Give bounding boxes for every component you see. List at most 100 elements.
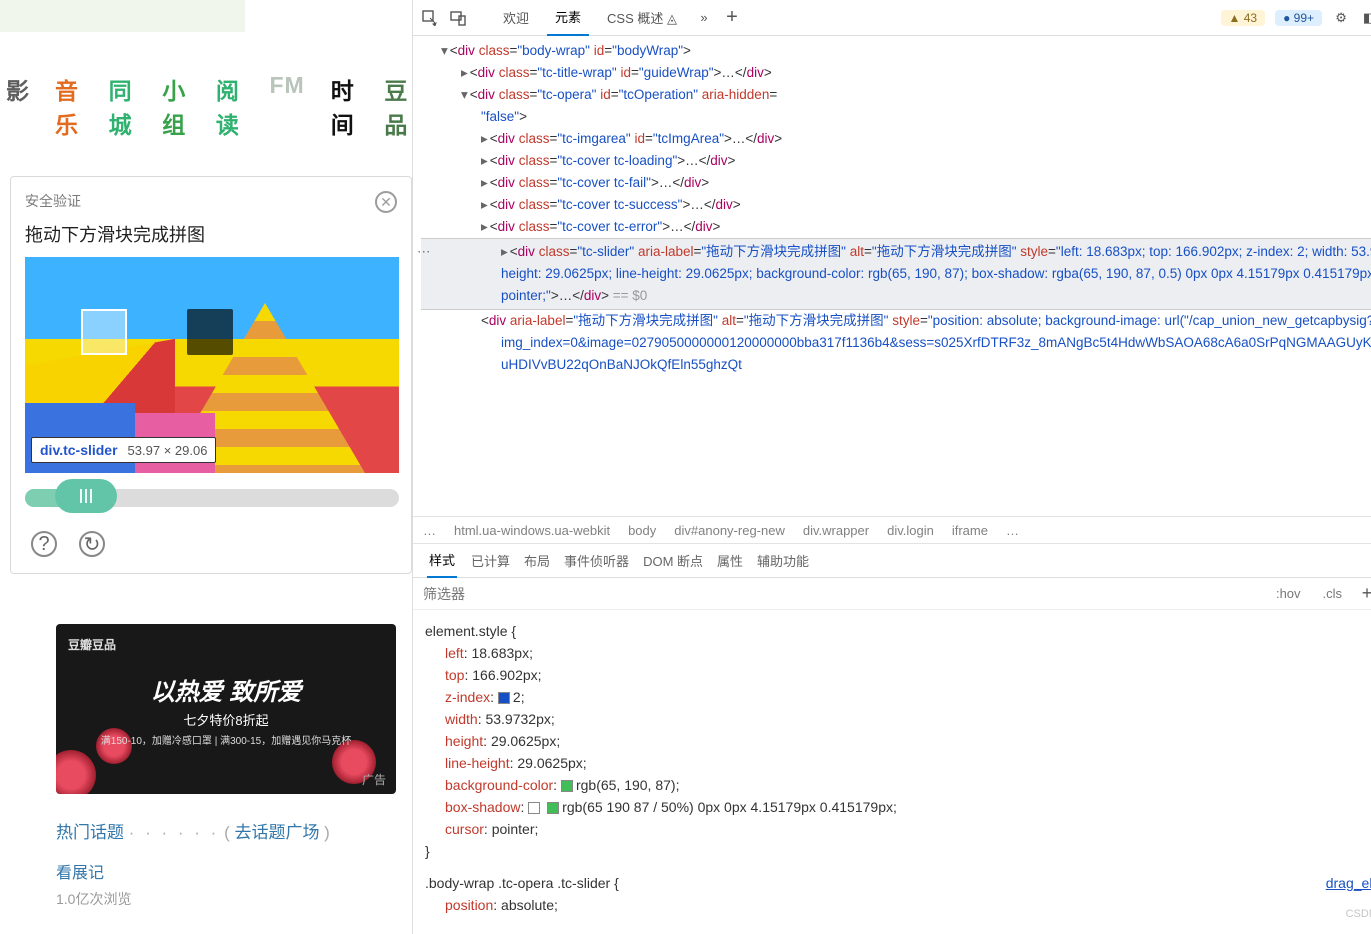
elements-tree[interactable]: ▾<div class="body-wrap" id="bodyWrap"> ▸… bbox=[413, 36, 1371, 516]
go-topic-square-link[interactable]: 去话题广场 bbox=[234, 823, 319, 842]
hot-topics-header: 热门话题 · · · · · · ( 去话题广场 ) bbox=[56, 818, 412, 843]
info-count-badge[interactable]: ● 99+ bbox=[1275, 10, 1322, 26]
dom-node[interactable]: ▸<div class="tc-imgarea" id="tcImgArea">… bbox=[421, 128, 1371, 150]
topic-link[interactable]: 看展记 bbox=[56, 859, 412, 883]
captcha-close-button[interactable]: ✕ bbox=[375, 191, 397, 213]
dom-node[interactable]: ▸<div class="tc-cover tc-error">…</div> bbox=[421, 216, 1371, 238]
crumb[interactable]: … bbox=[1006, 523, 1019, 538]
device-toggle-icon[interactable] bbox=[449, 9, 467, 27]
captcha-instruction: 拖动下方滑块完成拼图 bbox=[25, 221, 397, 247]
add-tab-icon[interactable]: + bbox=[723, 9, 741, 27]
styles-filter-input[interactable] bbox=[423, 586, 1260, 602]
tab-computed[interactable]: 已计算 bbox=[471, 551, 510, 570]
ad-title: 以热爱 致所爱 bbox=[56, 672, 396, 707]
tooltip-dimensions: 53.97 × 29.06 bbox=[128, 443, 208, 458]
dom-node[interactable]: ▾<div class="body-wrap" id="bodyWrap"> bbox=[421, 40, 1371, 62]
crumb[interactable]: div.login bbox=[887, 523, 934, 538]
paren: ) bbox=[319, 823, 329, 842]
nav-movie[interactable]: 影 bbox=[6, 72, 29, 140]
css-selector: element.style { bbox=[425, 620, 1371, 642]
top-strip bbox=[0, 0, 245, 32]
hot-topics-label: 热门话题 bbox=[56, 823, 124, 842]
value-swatch-icon[interactable] bbox=[498, 692, 510, 704]
hov-toggle[interactable]: :hov bbox=[1270, 584, 1307, 603]
decoration bbox=[56, 750, 96, 794]
styles-filter-bar: :hov .cls + 🖥 ▣ bbox=[413, 578, 1371, 610]
styles-tabbar: 样式 已计算 布局 事件侦听器 DOM 断点 属性 辅助功能 bbox=[413, 544, 1371, 578]
crumb[interactable]: div#anony-reg-new bbox=[674, 523, 785, 538]
captcha-slider-track[interactable] bbox=[25, 489, 399, 507]
tab-event-listeners[interactable]: 事件侦听器 bbox=[564, 551, 629, 570]
dom-node-selected[interactable]: ⋯ ▸<div class="tc-slider" aria-label="拖动… bbox=[421, 238, 1371, 310]
styles-inspector[interactable]: element.style { left: 18.683px; top: 166… bbox=[413, 610, 1371, 934]
nav-music[interactable]: 音乐 bbox=[55, 72, 83, 140]
dom-node[interactable]: ▸<div class="tc-cover tc-loading">…</div… bbox=[421, 150, 1371, 172]
dom-node[interactable]: ▸<div class="tc-cover tc-fail">…</div> bbox=[421, 172, 1371, 194]
row-actions-icon[interactable]: ⋯ bbox=[417, 241, 431, 263]
watermark: CSDN @id_hao bbox=[1346, 908, 1371, 920]
captcha-slider-handle[interactable] bbox=[55, 479, 117, 513]
tab-styles[interactable]: 样式 bbox=[427, 543, 457, 578]
captcha-image: div.tc-slider 53.97 × 29.06 bbox=[25, 257, 399, 473]
source-link[interactable]: drag_ele.html:23 bbox=[1326, 872, 1371, 894]
new-style-rule-icon[interactable]: + bbox=[1358, 585, 1371, 603]
dock-side-icon[interactable]: ◧ bbox=[1360, 9, 1371, 27]
captcha-footer: ? ↻ bbox=[25, 515, 397, 563]
devtools-tabbar: 欢迎 元素 CSS 概述 ◬ » + ▲ 43 ● 99+ ⚙ ◧ ⋯ ✕ bbox=[413, 0, 1371, 36]
tab-properties[interactable]: 属性 bbox=[717, 551, 743, 570]
nav-time[interactable]: 时间 bbox=[331, 72, 359, 140]
tab-welcome[interactable]: 欢迎 bbox=[495, 0, 537, 35]
navbar: 影 音乐 同城 小组 阅读 FM 时间 豆品 bbox=[0, 72, 412, 140]
tab-accessibility[interactable]: 辅助功能 bbox=[757, 551, 809, 570]
css-selector: .body-wrap .tc-opera .tc-slider { bbox=[425, 872, 1371, 894]
tab-layout[interactable]: 布局 bbox=[524, 551, 550, 570]
tooltip-selector: div.tc-slider bbox=[40, 442, 118, 458]
ad-subtitle: 七夕特价8折起 bbox=[56, 710, 396, 729]
tab-elements[interactable]: 元素 bbox=[547, 0, 589, 36]
shadow-editor-icon[interactable] bbox=[528, 802, 540, 814]
settings-gear-icon[interactable]: ⚙ bbox=[1332, 9, 1350, 27]
crumb[interactable]: … bbox=[423, 523, 436, 538]
captcha-card: 安全验证 ✕ 拖动下方滑块完成拼图 div.tc-slider 53.97 × … bbox=[10, 176, 412, 574]
ad-banner[interactable]: 豆瓣豆品 以热爱 致所爱 七夕特价8折起 满150-10，加赠冷感口罩 | 满3… bbox=[56, 624, 396, 794]
cls-toggle[interactable]: .cls bbox=[1317, 584, 1349, 603]
elements-breadcrumb[interactable]: … html.ua-windows.ua-webkit body div#ano… bbox=[413, 516, 1371, 544]
nav-local[interactable]: 同城 bbox=[109, 72, 137, 140]
warning-count-badge[interactable]: ▲ 43 bbox=[1221, 10, 1266, 26]
crumb[interactable]: iframe bbox=[952, 523, 988, 538]
inspect-element-icon[interactable] bbox=[421, 9, 439, 27]
tab-css-overview[interactable]: CSS 概述 ◬ bbox=[599, 0, 685, 35]
nav-read[interactable]: 阅读 bbox=[216, 72, 244, 140]
topic-view-count: 1.0亿次浏览 bbox=[56, 889, 412, 909]
nav-group[interactable]: 小组 bbox=[162, 72, 190, 140]
dom-node[interactable]: ▸<div class="tc-title-wrap" id="guideWra… bbox=[421, 62, 1371, 84]
refresh-icon[interactable]: ↻ bbox=[79, 531, 105, 557]
inspector-tooltip: div.tc-slider 53.97 × 29.06 bbox=[31, 437, 216, 463]
crumb[interactable]: html.ua-windows.ua-webkit bbox=[454, 523, 610, 538]
nav-doupin[interactable]: 豆品 bbox=[384, 72, 412, 140]
css-rule[interactable]: element.style { left: 18.683px; top: 166… bbox=[425, 620, 1371, 862]
dom-node[interactable]: ▾<div class="tc-opera" id="tcOperation" … bbox=[421, 84, 1371, 128]
ad-logo: 豆瓣豆品 bbox=[68, 636, 116, 653]
color-swatch-icon[interactable] bbox=[561, 780, 573, 792]
paren: ( bbox=[224, 823, 234, 842]
crumb[interactable]: div.wrapper bbox=[803, 523, 869, 538]
puzzle-piece[interactable] bbox=[81, 309, 127, 355]
color-swatch-icon[interactable] bbox=[547, 802, 559, 814]
captcha-header: 安全验证 bbox=[25, 191, 397, 211]
nav-fm[interactable]: FM bbox=[270, 72, 305, 140]
website-pane: 影 音乐 同城 小组 阅读 FM 时间 豆品 安全验证 ✕ 拖动下方滑块完成拼图… bbox=[0, 0, 413, 934]
puzzle-hole bbox=[187, 309, 233, 355]
tab-dom-breakpoints[interactable]: DOM 断点 bbox=[643, 551, 703, 570]
ad-subtitle2: 满150-10，加赠冷感口罩 | 满300-15，加赠遇见你马克杯 bbox=[56, 732, 396, 747]
help-icon[interactable]: ? bbox=[31, 531, 57, 557]
dom-node[interactable]: <div aria-label="拖动下方滑块完成拼图" alt="拖动下方滑块… bbox=[421, 310, 1371, 376]
dom-node[interactable]: ▸<div class="tc-cover tc-success">…</div… bbox=[421, 194, 1371, 216]
css-rule[interactable]: drag_ele.html:23 .body-wrap .tc-opera .t… bbox=[425, 872, 1371, 916]
crumb[interactable]: body bbox=[628, 523, 656, 538]
devtools-pane: 欢迎 元素 CSS 概述 ◬ » + ▲ 43 ● 99+ ⚙ ◧ ⋯ ✕ ▾<… bbox=[413, 0, 1371, 934]
more-tabs-icon[interactable]: » bbox=[695, 9, 713, 27]
dots: · · · · · · bbox=[129, 823, 220, 842]
ad-label: 广告 bbox=[362, 771, 386, 788]
css-close-brace: } bbox=[425, 840, 1371, 862]
